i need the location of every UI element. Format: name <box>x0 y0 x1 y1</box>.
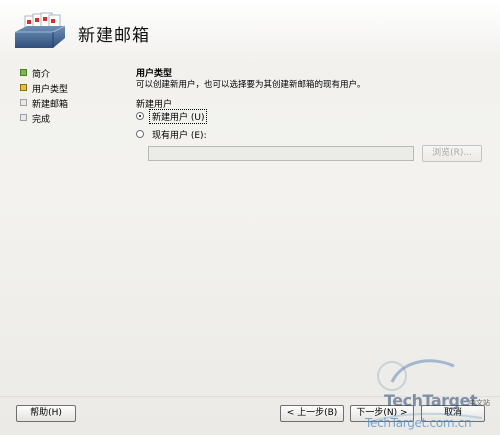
next-button[interactable]: 下一步(N) > <box>350 405 414 422</box>
new-user-group-label: 新建用户 <box>136 100 173 110</box>
nav-step-label: 用户类型 <box>32 85 69 95</box>
nav-step-label: 完成 <box>32 115 51 125</box>
techtarget-watermark: TechTarget 中文站 TechTarget.com.cn <box>362 352 500 435</box>
nav-step-label: 简介 <box>32 70 51 80</box>
wizard-header: 新建邮箱 <box>0 0 500 62</box>
section-description: 可以创建新用户，也可以选择要为其创建新邮箱的现有用户。 <box>136 80 366 90</box>
browse-button[interactable]: 浏览(R)... <box>422 145 482 162</box>
footer-divider <box>0 396 500 397</box>
back-button[interactable]: < 上一步(B) <box>280 405 344 422</box>
cancel-button[interactable]: 取消 <box>421 405 485 422</box>
step-complete-icon <box>20 69 27 76</box>
existing-user-field[interactable] <box>148 146 414 161</box>
watermark-swoosh-icon <box>369 359 483 423</box>
existing-user-radio[interactable] <box>136 130 144 138</box>
existing-user-radio-label[interactable]: 现有用户 (E): <box>150 128 209 141</box>
wizard-window: 新建邮箱 简介 用户类型 新建邮箱 完成 用户类型 可以创建新用户，也可以选择要… <box>0 0 500 435</box>
nav-step-label: 新建邮箱 <box>32 100 69 110</box>
new-user-radio[interactable] <box>136 112 144 120</box>
mailbox-stack-icon <box>15 12 66 48</box>
step-pending-icon <box>20 99 27 106</box>
help-button[interactable]: 帮助(H) <box>16 405 76 422</box>
step-current-icon <box>20 84 27 91</box>
wizard-title: 新建邮箱 <box>78 26 150 46</box>
new-user-radio-label[interactable]: 新建用户 (U) <box>148 109 208 124</box>
step-pending-icon <box>20 114 27 121</box>
